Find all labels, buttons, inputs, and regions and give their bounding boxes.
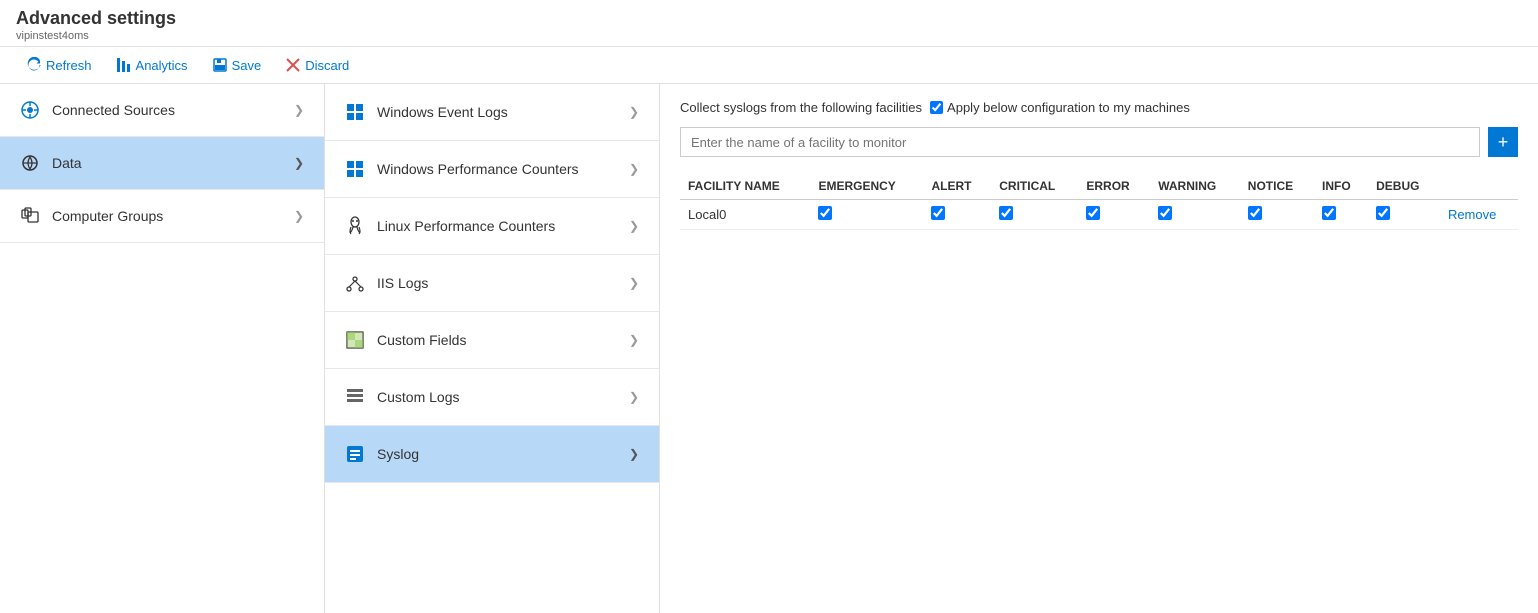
sidebar-item-computer-groups-label: Computer Groups [52, 208, 163, 224]
header: Advanced settings vipinstest4oms Refresh… [0, 0, 1538, 84]
menu-item-windows-event-logs-label: Windows Event Logs [377, 104, 508, 120]
checkbox-debug[interactable] [1376, 206, 1390, 220]
sidebar-item-computer-groups[interactable]: Computer Groups ❯ [0, 190, 324, 243]
menu-item-iis-logs-label: IIS Logs [377, 275, 428, 291]
checkbox-error[interactable] [1086, 206, 1100, 220]
chevron-right-icon: ❯ [629, 447, 639, 461]
col-facility-name: FACILITY NAME [680, 173, 810, 200]
menu-item-custom-fields-label: Custom Fields [377, 332, 466, 348]
windows-perf-counters-icon [345, 159, 365, 179]
menu-item-custom-fields[interactable]: Custom Fields ❯ [325, 312, 659, 369]
chevron-right-icon: ❯ [294, 209, 304, 223]
menu-item-custom-logs[interactable]: Custom Logs ❯ [325, 369, 659, 426]
chevron-right-icon: ❯ [629, 390, 639, 404]
cell-debug [1368, 200, 1440, 230]
checkbox-critical[interactable] [999, 206, 1013, 220]
checkbox-info[interactable] [1322, 206, 1336, 220]
chevron-right-icon: ❯ [629, 219, 639, 233]
menu-item-iis-logs[interactable]: IIS Logs ❯ [325, 255, 659, 312]
discard-button[interactable]: Discard [275, 53, 359, 77]
checkbox-notice[interactable] [1248, 206, 1262, 220]
facility-table: FACILITY NAME EMERGENCY ALERT CRITICAL E… [680, 173, 1518, 230]
apply-config-checkbox[interactable] [930, 101, 943, 114]
main-content: Connected Sources ❯ Data ❯ [0, 84, 1538, 613]
toolbar: Refresh Analytics Save Discard [0, 47, 1538, 84]
menu-item-linux-perf-counters-label: Linux Performance Counters [377, 218, 555, 234]
chevron-right-icon: ❯ [629, 276, 639, 290]
checkbox-alert[interactable] [931, 206, 945, 220]
custom-logs-icon [345, 387, 365, 407]
table-row: Local0 Remove [680, 200, 1518, 230]
chevron-right-icon: ❯ [629, 105, 639, 119]
checkbox-warning[interactable] [1158, 206, 1172, 220]
menu-item-windows-perf-counters-label: Windows Performance Counters [377, 161, 579, 177]
data-icon [20, 153, 40, 173]
cell-alert [923, 200, 991, 230]
col-error: ERROR [1078, 173, 1150, 200]
menu-item-syslog-label: Syslog [377, 446, 419, 462]
linux-perf-counters-icon [345, 216, 365, 236]
discard-icon [285, 57, 301, 73]
cell-warning [1150, 200, 1240, 230]
sidebar-item-connected-sources[interactable]: Connected Sources ❯ [0, 84, 324, 137]
middle-panel: Windows Event Logs ❯ Windows Performance… [325, 84, 660, 613]
menu-item-custom-logs-label: Custom Logs [377, 389, 459, 405]
sidebar-item-data[interactable]: Data ❯ [0, 137, 324, 190]
custom-fields-icon [345, 330, 365, 350]
menu-item-windows-perf-counters[interactable]: Windows Performance Counters ❯ [325, 141, 659, 198]
page-title: Advanced settings [16, 8, 1522, 29]
refresh-button[interactable]: Refresh [16, 53, 102, 77]
col-warning: WARNING [1150, 173, 1240, 200]
windows-event-logs-icon [345, 102, 365, 122]
cell-error [1078, 200, 1150, 230]
chevron-right-icon: ❯ [629, 162, 639, 176]
col-info: INFO [1314, 173, 1368, 200]
chevron-right-icon: ❯ [629, 333, 639, 347]
cell-critical [991, 200, 1078, 230]
facility-name-input[interactable] [680, 127, 1480, 157]
add-facility-button[interactable]: + [1488, 127, 1518, 157]
collect-label: Collect syslogs from the following facil… [680, 100, 922, 115]
connected-sources-icon [20, 100, 40, 120]
col-emergency: EMERGENCY [810, 173, 923, 200]
table-header-row: FACILITY NAME EMERGENCY ALERT CRITICAL E… [680, 173, 1518, 200]
cell-remove: Remove [1440, 200, 1518, 230]
col-debug: DEBUG [1368, 173, 1440, 200]
analytics-icon [116, 57, 132, 73]
chevron-right-icon: ❯ [294, 103, 304, 117]
iis-logs-icon [345, 273, 365, 293]
sidebar-item-connected-sources-label: Connected Sources [52, 102, 175, 118]
menu-item-linux-perf-counters[interactable]: Linux Performance Counters ❯ [325, 198, 659, 255]
checkbox-emergency[interactable] [818, 206, 832, 220]
analytics-button[interactable]: Analytics [106, 53, 198, 77]
refresh-icon [26, 57, 42, 73]
chevron-right-icon: ❯ [294, 156, 304, 170]
page-subtitle: vipinstest4oms [16, 30, 1522, 42]
cell-emergency [810, 200, 923, 230]
col-alert: ALERT [923, 173, 991, 200]
cell-facility-name: Local0 [680, 200, 810, 230]
apply-config-label[interactable]: Apply below configuration to my machines [930, 100, 1190, 115]
col-critical: CRITICAL [991, 173, 1078, 200]
col-notice: NOTICE [1240, 173, 1314, 200]
cell-notice [1240, 200, 1314, 230]
sidebar-item-data-label: Data [52, 155, 82, 171]
col-actions [1440, 173, 1518, 200]
menu-item-windows-event-logs[interactable]: Windows Event Logs ❯ [325, 84, 659, 141]
computer-groups-icon [20, 206, 40, 226]
menu-item-syslog[interactable]: Syslog ❯ [325, 426, 659, 483]
right-panel: Collect syslogs from the following facil… [660, 84, 1538, 613]
syslog-icon [345, 444, 365, 464]
sidebar: Connected Sources ❯ Data ❯ [0, 84, 325, 613]
facility-input-row: + [680, 127, 1518, 157]
save-icon [212, 57, 228, 73]
save-button[interactable]: Save [202, 53, 272, 77]
cell-info [1314, 200, 1368, 230]
right-panel-header: Collect syslogs from the following facil… [680, 100, 1518, 115]
remove-button[interactable]: Remove [1448, 207, 1496, 222]
